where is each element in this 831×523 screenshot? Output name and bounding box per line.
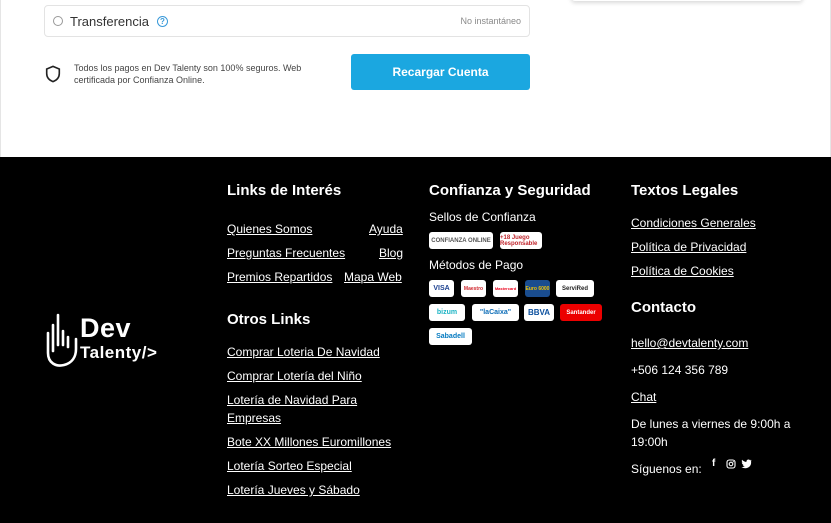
link-comprar-loteria-nino[interactable]: Comprar Lotería del Niño (227, 369, 362, 383)
contact-chat-link[interactable]: Chat (631, 390, 656, 404)
bizum-badge: bizum (429, 304, 465, 321)
link-ayuda[interactable]: Ayuda (369, 222, 403, 236)
link-mapa-web[interactable]: Mapa Web (344, 270, 402, 284)
visa-badge: VISA (429, 280, 454, 297)
dev-talenty-logo[interactable]: Dev Talenty/> (44, 311, 184, 371)
contact-hours-line2: 19:00h (631, 435, 668, 449)
link-loteria-sorteo-especial[interactable]: Lotería Sorteo Especial (227, 459, 352, 473)
payment-section: Transferencia ? No instantáneo Todos los… (0, 0, 831, 157)
instagram-icon[interactable] (726, 459, 736, 469)
link-blog[interactable]: Blog (379, 246, 403, 260)
contact-phone: +506 124 356 789 (631, 363, 729, 377)
otros-links-title: Otros Links (227, 311, 311, 328)
help-icon[interactable]: ? (157, 15, 168, 27)
links-interes-title: Links de Interés (227, 182, 342, 199)
payment-option-transferencia[interactable]: Transferencia ? No instantáneo (44, 5, 530, 37)
payment-option-note: No instantáneo (460, 16, 521, 26)
metodos-pago-title: Métodos de Pago (429, 258, 524, 272)
footer: Dev Talenty/> Links de Interés Quienes S… (0, 157, 831, 523)
link-condiciones-generales[interactable]: Condiciones Generales (631, 216, 756, 230)
link-loteria-jueves-sabado[interactable]: Lotería Jueves y Sábado (227, 483, 360, 497)
sellos-title: Sellos de Confianza (429, 210, 536, 224)
lacaixa-badge: "laCaixa" (472, 304, 519, 321)
summary-card-edge (571, 0, 803, 1)
link-loteria-navidad-empresas-cont[interactable]: Empresas (227, 411, 281, 425)
link-loteria-navidad-empresas[interactable]: Lotería de Navidad Para (227, 393, 357, 407)
contacto-title: Contacto (631, 299, 696, 316)
servired-badge: ServiRed (556, 280, 594, 297)
textos-legales-title: Textos Legales (631, 182, 739, 199)
shield-icon (45, 65, 61, 83)
santander-badge: Santander (560, 304, 602, 321)
hand-logo-icon (46, 313, 78, 367)
link-politica-privacidad[interactable]: Política de Privacidad (631, 240, 746, 254)
mastercard-badge: Mastercard (493, 280, 518, 297)
link-premios-repartidos[interactable]: Premios Repartidos (227, 270, 332, 284)
confianza-online-badge[interactable]: CONFIANZA ONLINE (429, 232, 493, 249)
payment-option-label: Transferencia (70, 13, 149, 29)
maestro-badge: Maestro (461, 280, 486, 297)
link-comprar-loteria-navidad[interactable]: Comprar Loteria De Navidad (227, 345, 380, 359)
contact-email-link[interactable]: hello@devtalenty.com (631, 336, 748, 350)
euro6000-badge: Euro 6000 (525, 280, 550, 297)
confianza-title: Confianza y Seguridad (429, 182, 591, 199)
logo-text-dev: Dev (80, 313, 132, 343)
logo-text-talenty: Talenty/> (80, 343, 158, 362)
link-preguntas-frecuentes[interactable]: Preguntas Frecuentes (227, 246, 345, 260)
secure-text-line2: certificada por Confianza Online. (74, 75, 205, 85)
secure-text-line1: Todos los pagos en Dev Talenty son 100% … (74, 63, 302, 73)
link-bote-euromillones[interactable]: Bote XX Millones Euromillones (227, 435, 391, 449)
bbva-badge: BBVA (524, 304, 554, 321)
facebook-icon[interactable]: f (712, 458, 715, 469)
secure-notice: Todos los pagos en Dev Talenty son 100% … (44, 62, 334, 86)
follow-us-label: Síguenos en: (631, 462, 702, 476)
recharge-account-button[interactable]: Recargar Cuenta (351, 54, 530, 90)
link-quienes-somos[interactable]: Quienes Somos (227, 222, 312, 236)
sabadell-badge: Sabadell (429, 328, 472, 345)
link-politica-cookies[interactable]: Política de Cookies (631, 264, 734, 278)
radio-button[interactable] (53, 16, 63, 26)
twitter-icon[interactable] (741, 459, 752, 469)
contact-hours-line1: De lunes a viernes de 9:00h a (631, 417, 791, 431)
juego-responsable-badge[interactable]: +18 Juego Responsable (500, 232, 542, 249)
